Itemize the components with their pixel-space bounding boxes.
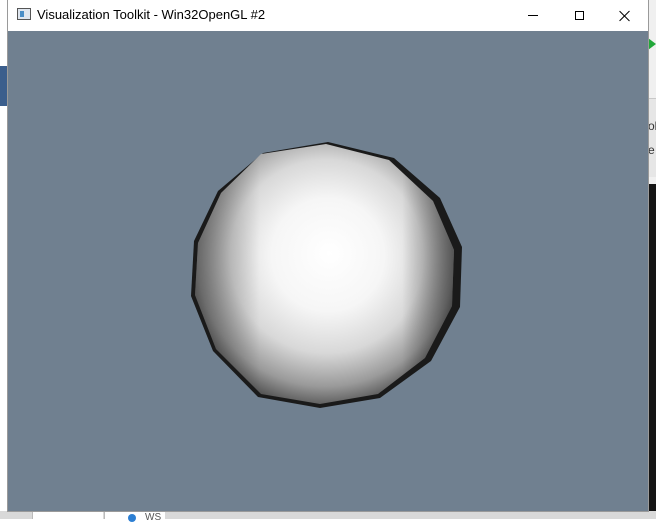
- vtk-window-icon[interactable]: [17, 8, 31, 20]
- render-canvas[interactable]: [8, 31, 648, 511]
- close-button[interactable]: [602, 0, 648, 31]
- sphere-actor[interactable]: [191, 142, 462, 408]
- close-icon: [619, 10, 631, 22]
- background-text-fragment: e: [648, 143, 655, 157]
- title-bar[interactable]: Visualization Toolkit - Win32OpenGL #2: [8, 0, 648, 31]
- background-text-fragment: ol: [648, 119, 656, 133]
- taskbar-app-icon: [128, 514, 136, 522]
- window-title: Visualization Toolkit - Win32OpenGL #2: [37, 7, 266, 22]
- maximize-icon: [574, 11, 584, 20]
- run-icon[interactable]: [648, 38, 656, 50]
- background-taskbar: WS: [0, 511, 656, 523]
- background-editor-strip: ol e: [648, 98, 656, 177]
- background-sidebar-strip: [0, 66, 8, 106]
- vtk-render-window[interactable]: Visualization Toolkit - Win32OpenGL #2: [8, 0, 648, 511]
- render-viewport[interactable]: [8, 31, 648, 511]
- background-console-panel: [648, 184, 656, 519]
- background-right-edge: ol e: [648, 0, 656, 519]
- maximize-button[interactable]: [556, 0, 602, 31]
- minimize-button[interactable]: [510, 0, 556, 31]
- taskbar-item[interactable]: [32, 511, 103, 519]
- taskbar-item-label: WS: [145, 512, 162, 523]
- minimize-icon: [528, 15, 538, 16]
